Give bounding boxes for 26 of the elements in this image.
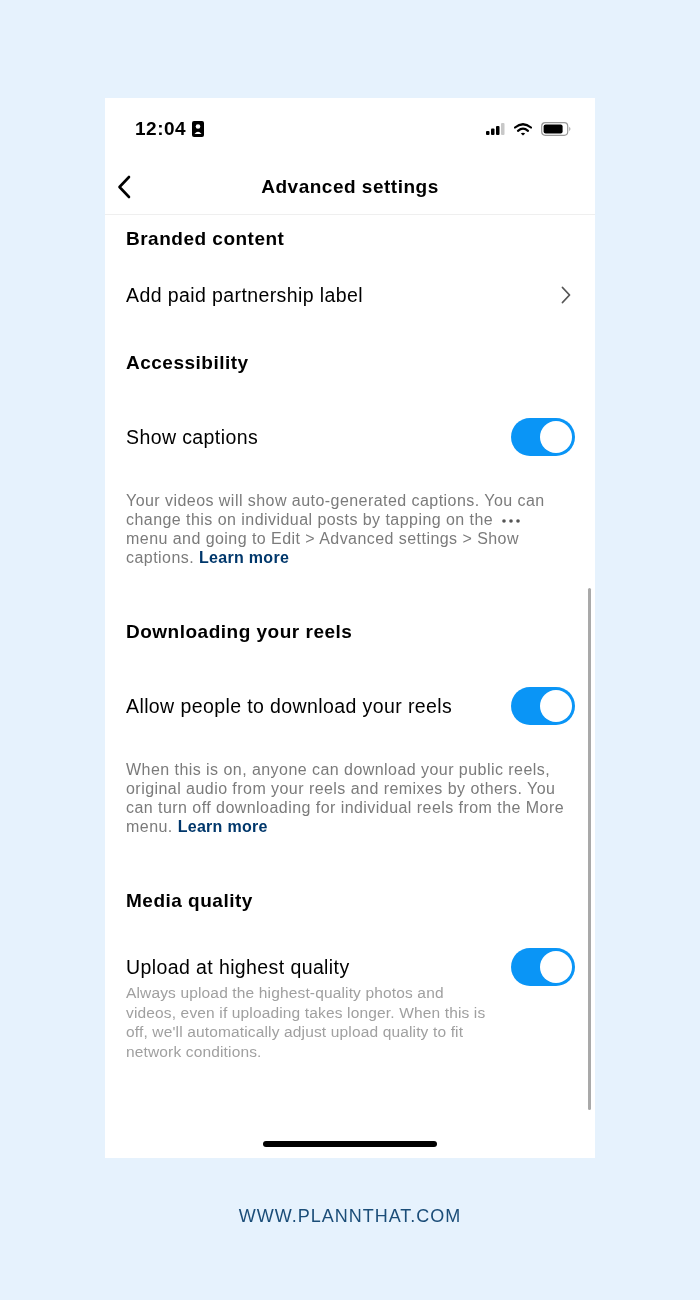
- section-heading: Accessibility: [126, 351, 250, 375]
- learn-more-link[interactable]: Learn more: [177, 818, 268, 835]
- chevron-right-icon: [561, 286, 571, 304]
- setting-label: Allow people to download your reels: [126, 694, 453, 718]
- back-icon[interactable]: [117, 175, 131, 199]
- toggle-switch[interactable]: [511, 948, 575, 986]
- setting-label: Show captions: [126, 425, 259, 449]
- signal-icon: [486, 123, 505, 135]
- person-card-icon: [192, 121, 205, 137]
- menu-row[interactable]: Add paid partnership label: [126, 263, 575, 327]
- status-time: 12:04: [135, 118, 187, 140]
- section-heading: Media quality: [126, 889, 254, 913]
- setting-description: Always upload the highest-quality photos and videos, even if uploading takes longer. When this is off, we'll automatically adjust upload quality to fit network conditions.: [126, 983, 487, 1062]
- section-heading: Downloading your reels: [126, 620, 354, 644]
- page-title: Advanced settings: [260, 175, 440, 199]
- setting-label: Upload at highest quality: [126, 955, 351, 979]
- battery-icon: [541, 122, 572, 136]
- ellipsis-icon: [502, 518, 521, 523]
- setting-description: Your videos will show auto-generated captions. You can change this on individual posts by tapping on the menu and going to Edit > Advanced settings > Show captions. Learn more: [126, 491, 546, 567]
- website-url: WWW.PLANNTHAT.COM: [238, 1205, 462, 1227]
- toggle-switch[interactable]: [511, 687, 575, 725]
- setting-description: When this is on, anyone can download your public reels, original audio from your reels and remixes by others. You can turn off downloading for individual reels from the More menu. Learn more: [126, 760, 566, 836]
- wifi-icon: [514, 122, 532, 136]
- learn-more-link[interactable]: Learn more: [199, 549, 290, 566]
- toggle-switch[interactable]: [511, 418, 575, 456]
- section-heading: Branded content: [126, 227, 286, 251]
